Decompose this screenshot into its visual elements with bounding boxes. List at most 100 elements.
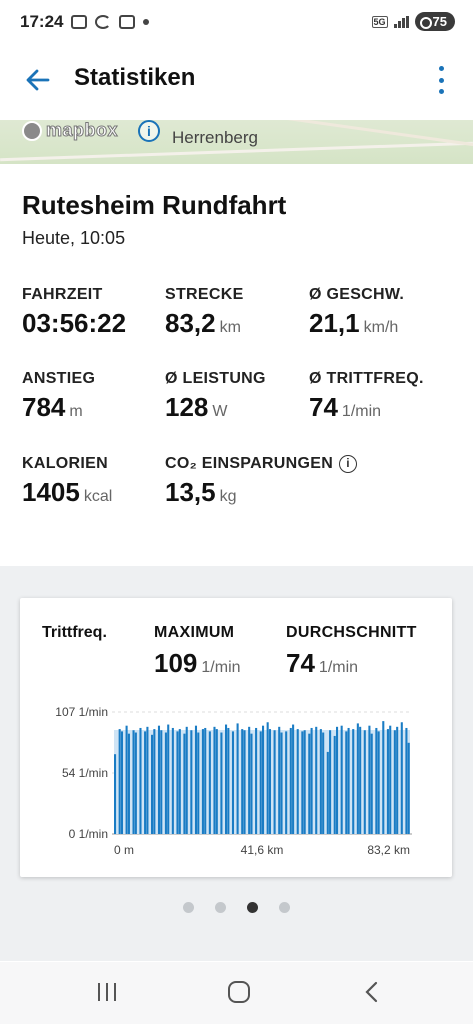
cadence-bar: [315, 726, 318, 834]
stat-avg-speed: Ø GESCHW. 21,1 km/h: [309, 286, 404, 339]
cadence-bar: [259, 731, 262, 834]
notification-dot-icon: [143, 19, 150, 25]
cadence-bar: [225, 724, 228, 834]
cadence-bar: [197, 732, 200, 834]
page-dot[interactable]: [247, 902, 258, 913]
cadence-bar: [213, 726, 216, 834]
cadence-bar: [127, 733, 130, 834]
page-dot[interactable]: [183, 902, 194, 913]
stat-distance: STRECKE 83,2 km: [165, 286, 244, 339]
cadence-bar: [296, 729, 299, 834]
cadence-bar: [250, 733, 253, 834]
cadence-bar: [204, 727, 207, 834]
stat-unit: km: [219, 319, 241, 336]
stat-unit: W: [212, 403, 228, 420]
cadence-bar: [329, 730, 332, 834]
co2-info-icon[interactable]: i: [339, 455, 358, 473]
x-tick-label: 0 m: [114, 843, 134, 857]
stat-label: Ø TRITTFREQ.: [309, 370, 424, 387]
stat-calories: KALORIEN 1405 kcal: [22, 455, 112, 508]
stat-value: 74: [309, 392, 338, 422]
map-preview[interactable]: mapbox i Herrenberg: [0, 120, 473, 164]
cadence-bar: [326, 751, 329, 834]
arrow-left-icon[interactable]: [24, 66, 52, 94]
cadence-chart-card[interactable]: Trittfreq. MAXIMUM 109 1/min DURCHSCHNITT…: [20, 598, 452, 877]
cadence-bar: [262, 725, 265, 834]
cadence-bar: [146, 726, 149, 834]
cadence-bar: [160, 730, 163, 834]
stat-duration: FAHRZEIT 03:56:22: [22, 286, 126, 339]
cadence-bar: [336, 726, 339, 834]
cadence-bar: [227, 727, 230, 834]
page-dot[interactable]: [279, 902, 290, 913]
cadence-bar: [396, 726, 399, 834]
cadence-bar: [208, 731, 211, 834]
more-vertical-icon[interactable]: [437, 66, 445, 94]
cadence-bar: [201, 729, 204, 834]
stat-label: STRECKE: [165, 286, 244, 303]
cadence-bar: [382, 721, 385, 834]
mapbox-logo: mapbox: [22, 120, 118, 141]
signal-icon: [393, 15, 409, 28]
y-tick-label: 107 1/min: [55, 705, 108, 719]
cadence-bar: [292, 724, 295, 834]
stat-label: Ø LEISTUNG: [165, 370, 266, 387]
cadence-bar: [139, 727, 142, 834]
trip-date: Heute, 10:05: [22, 228, 126, 248]
sync-icon: [95, 15, 112, 29]
trip-title: Rutesheim Rundfahrt: [22, 190, 287, 220]
stat-label: ANSTIEG: [22, 370, 96, 387]
info-icon[interactable]: i: [138, 120, 160, 142]
stat-value: 784: [22, 392, 66, 422]
stat-co2-savings: CO₂ EINSPARUNGEN i 13,5 kg: [165, 455, 358, 508]
stat-label: KALORIEN: [22, 455, 108, 472]
cadence-bar: [400, 722, 403, 834]
cadence-bar: [171, 727, 174, 834]
cadence-bar: [125, 725, 128, 834]
page-dot[interactable]: [215, 902, 226, 913]
card-avg-value: 74: [286, 648, 315, 678]
cadence-bar: [303, 730, 306, 834]
cadence-bar: [386, 729, 389, 834]
stat-label-row: CO₂ EINSPARUNGEN i: [165, 455, 358, 473]
cadence-bar: [266, 722, 269, 834]
stat-label: CO₂ EINSPARUNGEN: [165, 455, 334, 472]
x-tick-label: 83,2 km: [367, 843, 410, 857]
cadence-bar: [255, 727, 258, 834]
card-avg-stat: DURCHSCHNITT 74 1/min: [286, 624, 417, 679]
cadence-bar: [243, 730, 246, 834]
card-max-unit: 1/min: [201, 659, 241, 676]
cadence-bar: [178, 729, 181, 834]
cadence-bar: [153, 729, 156, 834]
cadence-bar: [118, 729, 121, 834]
cadence-bar: [273, 730, 276, 834]
cadence-bar: [289, 727, 292, 834]
cadence-bar: [268, 729, 272, 834]
stat-avg-cadence: Ø TRITTFREQ. 74 1/min: [309, 370, 424, 423]
cadence-bar: [183, 733, 186, 834]
map-place-label: Herrenberg: [172, 128, 258, 147]
cadence-bar: [359, 726, 362, 834]
cadence-bar: [248, 726, 251, 834]
nav-back-icon[interactable]: [362, 980, 382, 1004]
cadence-bar: [352, 729, 355, 834]
card-max-stat: MAXIMUM 109 1/min: [154, 624, 241, 679]
cadence-bar: [114, 754, 117, 834]
status-bar: 17:24 5G 75: [0, 0, 473, 44]
cadence-bar: [194, 725, 198, 834]
stat-value: 21,1: [309, 308, 360, 338]
cadence-bar: [190, 730, 193, 834]
y-tick-label: 54 1/min: [62, 766, 108, 780]
cadence-bar: [368, 725, 371, 834]
stat-unit: kcal: [83, 488, 113, 505]
home-icon[interactable]: [226, 980, 252, 1004]
cadence-bar: [393, 730, 396, 834]
recent-apps-icon[interactable]: [96, 980, 118, 1004]
stat-label: Ø GESCHW.: [309, 286, 405, 303]
system-nav-bar: [0, 962, 473, 1024]
cadence-bar: [370, 733, 373, 834]
page-indicator: [0, 902, 473, 913]
cadence-bar: [231, 731, 235, 834]
cadence-bar: [356, 723, 359, 834]
cadence-bar: [132, 730, 135, 834]
